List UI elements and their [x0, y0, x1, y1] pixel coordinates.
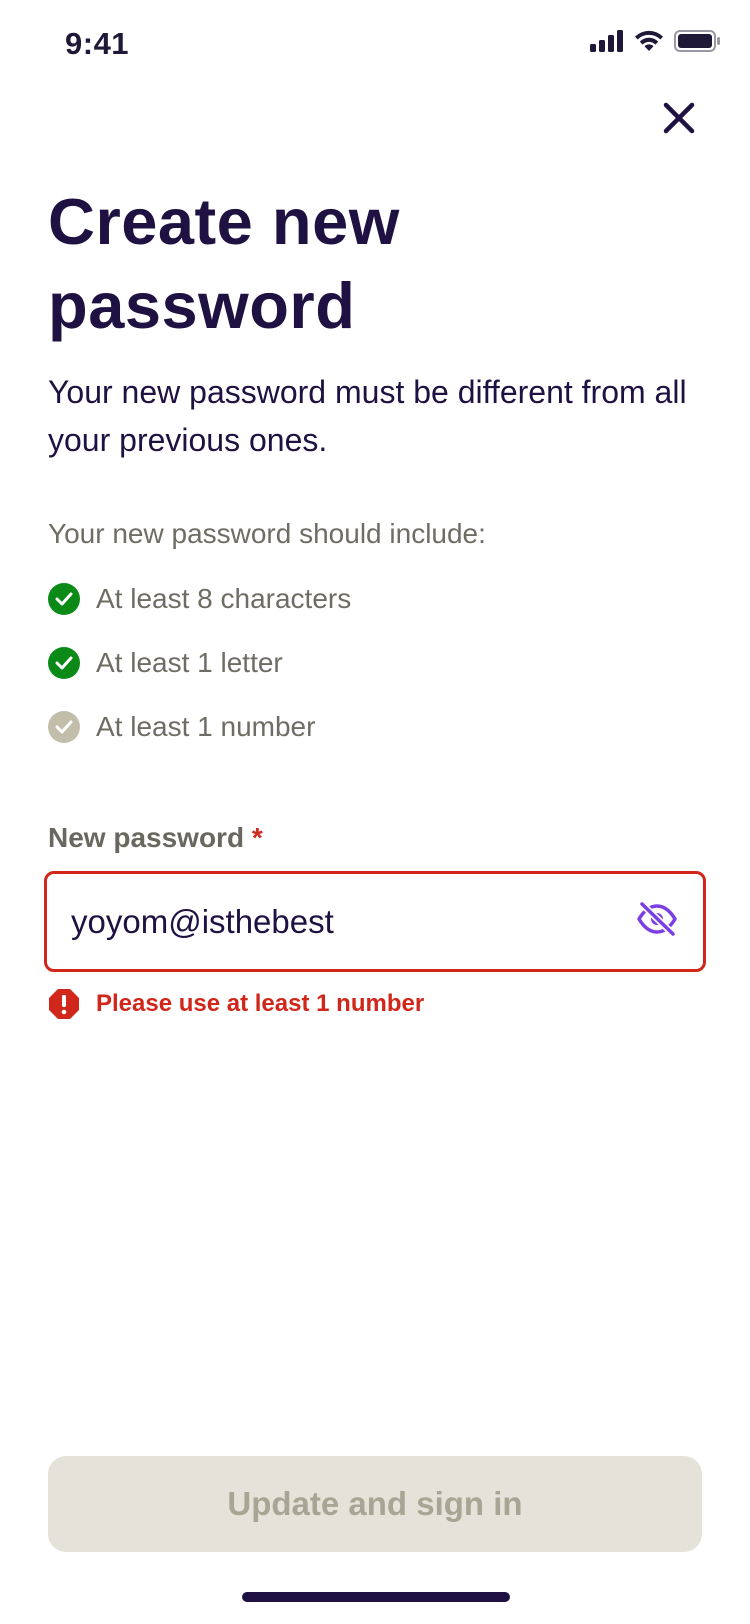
requirements-list: At least 8 characters At least 1 letter … [48, 582, 351, 774]
error-message: Please use at least 1 number [96, 990, 425, 1017]
wifi-icon [634, 30, 664, 57]
requirement-number: At least 1 number [48, 710, 351, 744]
requirement-label: At least 8 characters [96, 583, 352, 614]
toggle-visibility-button[interactable] [635, 900, 679, 944]
required-mark: * [251, 822, 263, 853]
password-error: Please use at least 1 number [48, 988, 424, 1020]
check-circle-icon [48, 583, 80, 615]
status-time: 9:41 [65, 26, 130, 61]
home-indicator [242, 1592, 510, 1602]
check-circle-icon [48, 647, 80, 679]
error-icon [48, 988, 80, 1020]
page-title: Create new password [48, 185, 400, 342]
new-password-input[interactable] [71, 902, 635, 941]
requirements-heading: Your new password should include: [48, 518, 486, 549]
status-icons [590, 30, 720, 57]
check-circle-icon [48, 711, 80, 743]
close-icon [663, 102, 695, 139]
page-subtitle: Your new password must be different from… [48, 374, 687, 458]
password-field-label: New password * [48, 822, 263, 854]
requirement-label: At least 1 number [96, 711, 316, 742]
requirement-min-length: At least 8 characters [48, 582, 351, 616]
field-label-text: New password [48, 822, 245, 853]
signal-icon [590, 30, 624, 57]
update-and-sign-in-button[interactable]: Update and sign in [48, 1456, 702, 1552]
battery-icon [674, 30, 720, 57]
eye-slash-icon [636, 900, 678, 942]
requirement-letter: At least 1 letter [48, 646, 351, 680]
requirement-label: At least 1 letter [96, 647, 283, 678]
password-field [44, 871, 706, 972]
create-password-screen: 9:41 Create new password Your new passwo… [0, 0, 750, 1624]
close-button[interactable] [655, 96, 703, 144]
